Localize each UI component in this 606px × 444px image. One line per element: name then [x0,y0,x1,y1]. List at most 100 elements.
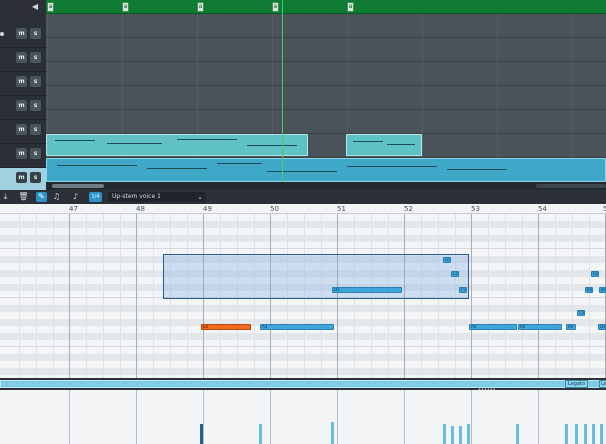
grid-line [122,14,123,182]
velocity-bar[interactable] [600,424,603,444]
note[interactable]: C5 [451,271,459,277]
velocity-bar[interactable] [451,426,454,444]
arranger-scrollbar[interactable] [46,182,606,190]
solo-button[interactable]: s [30,100,41,111]
track-lane[interactable] [46,110,606,134]
quantize-icon[interactable]: ♪ [70,192,81,202]
articulation-tag[interactable]: Le [599,380,606,388]
delete-icon[interactable]: 🗑 [18,192,29,202]
collapse-arrow-icon[interactable]: ◀ [30,2,40,12]
midi-clip[interactable] [46,134,308,156]
bar-number: 48 [136,205,145,213]
bar-number: 47 [69,205,78,213]
chevron-down-icon: ⌄ [197,193,203,201]
edit-tool-icon[interactable]: ✎ [36,192,47,202]
velocity-bar[interactable] [575,424,578,444]
marker[interactable]: a [47,2,54,12]
marker[interactable]: a [347,2,354,12]
track-lane[interactable] [46,38,606,62]
velocity-lane[interactable] [0,390,606,444]
note[interactable]: D5 [598,324,606,330]
velocity-bar[interactable] [592,424,595,444]
marker[interactable]: a [122,2,129,12]
track-lane[interactable] [46,62,606,86]
mute-button[interactable]: m [16,28,27,39]
grid-line [272,14,273,182]
track-header[interactable]: m s [0,24,46,48]
velocity-bar[interactable] [443,424,446,444]
solo-button[interactable]: s [30,172,41,183]
bar-line [69,214,70,378]
articulation-range[interactable] [0,380,600,388]
track-header-selected[interactable]: m s [0,168,46,192]
zoom-slider-thumb[interactable] [52,184,104,188]
bar-number: 53 [471,205,480,213]
beat-line [53,214,54,378]
bar-ruler[interactable]: 47 48 49 50 51 52 53 54 5 [0,204,606,214]
mute-button[interactable]: m [16,124,27,135]
solo-button[interactable]: s [30,124,41,135]
mute-button[interactable]: m [16,100,27,111]
track-header[interactable]: m s [0,120,46,144]
mute-button[interactable]: m [16,172,27,183]
note[interactable]: A4 [566,324,576,330]
note[interactable]: B5 [599,287,606,293]
note[interactable]: D5 [332,287,402,293]
track-header[interactable]: m s [0,48,46,72]
midi-clip[interactable] [346,134,422,156]
marker[interactable]: a [197,2,204,12]
note[interactable]: C5 [577,310,585,316]
note-icon[interactable]: ♫ [51,192,62,202]
scrollbar-thumb[interactable] [536,184,606,188]
key-row [0,235,606,242]
solo-button[interactable]: s [30,52,41,63]
track-header[interactable]: m s [0,96,46,120]
track-header[interactable]: m s [0,72,46,96]
solo-button[interactable]: s [30,148,41,159]
note[interactable]: G5 [591,271,599,277]
note[interactable]: A4 [469,324,517,330]
grid-line [47,14,48,182]
piano-roll-grid[interactable]: E4 A4 A4 A4 A4 D5 G5 C5 F5 G5 B5 B5 C5 D… [0,214,606,378]
marker-track[interactable]: ◀ a a a a a [0,0,606,14]
velocity-bar[interactable] [459,426,462,444]
track-lane[interactable] [46,86,606,110]
note-selected[interactable]: E4 [201,324,251,330]
beat-line [522,214,523,378]
selection-rectangle[interactable] [163,254,469,299]
voice-select[interactable]: Up-stem voice 1 ⌄ [108,192,206,202]
note[interactable]: B5 [585,287,593,293]
bar-line [136,214,137,378]
velocity-bar[interactable] [200,424,203,444]
step-input-button[interactable]: 1/4 [89,192,102,202]
track-header[interactable]: m s [0,144,46,168]
mute-button[interactable]: m [16,52,27,63]
note[interactable]: G5 [443,257,451,263]
velocity-bar[interactable] [584,424,587,444]
solo-button[interactable]: s [30,76,41,87]
marker[interactable]: a [272,2,279,12]
velocity-bar[interactable] [259,424,262,444]
mute-button[interactable]: m [16,148,27,159]
import-icon[interactable]: ⤓ [0,192,11,202]
beat-line [19,214,20,378]
bar-line [270,390,271,444]
velocity-bar[interactable] [516,424,519,444]
arranger-lanes[interactable] [46,14,606,182]
grid-line [572,14,573,182]
track-lane[interactable] [46,14,606,38]
articulation-tag[interactable]: Legato [565,380,589,388]
velocity-bar[interactable] [565,424,568,444]
midi-clip-selected[interactable] [46,158,606,182]
note[interactable]: F5 [459,287,467,293]
note[interactable]: A4 [518,324,562,330]
mute-button[interactable]: m [16,76,27,87]
articulation-lane[interactable]: Legato Le •••••• [0,378,606,393]
playhead[interactable] [282,0,283,183]
velocity-bar[interactable] [467,424,470,444]
velocity-bar[interactable] [331,422,334,444]
beat-line [505,214,506,378]
marker-track-header: ◀ [0,0,46,14]
solo-button[interactable]: s [30,28,41,39]
note[interactable]: A4 [260,324,334,330]
